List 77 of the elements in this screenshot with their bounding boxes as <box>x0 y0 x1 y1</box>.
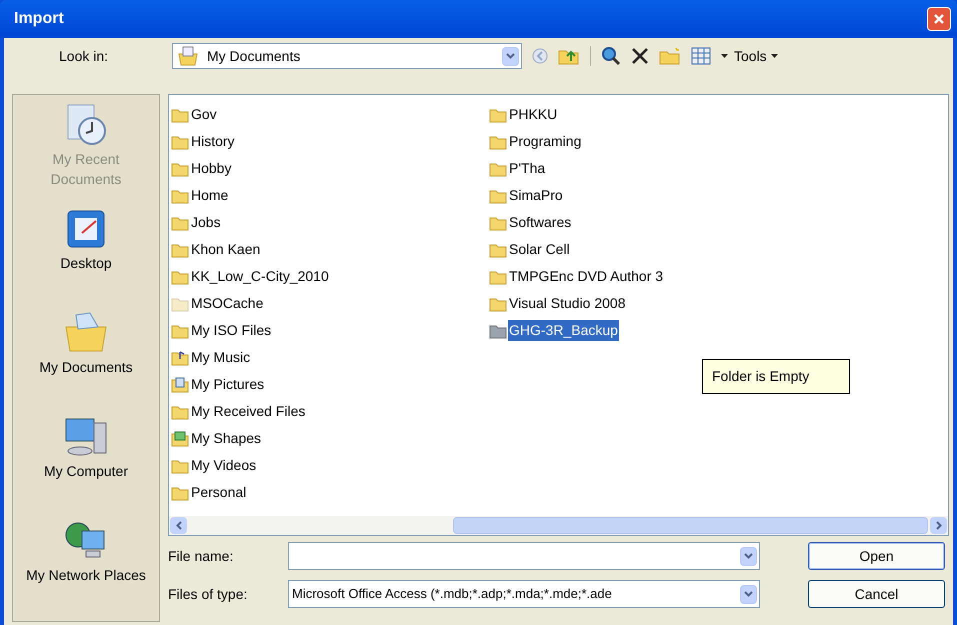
window-title: Import <box>14 9 64 29</box>
folder-item[interactable]: My Videos <box>169 452 487 479</box>
places-item[interactable]: Desktop <box>13 205 159 309</box>
scroll-right-button[interactable] <box>930 517 947 534</box>
folder-item[interactable]: Jobs <box>169 209 487 236</box>
folder-item[interactable]: KK_Low_C-City_2010 <box>169 263 487 290</box>
folder-item[interactable]: Programing <box>487 128 805 155</box>
places-item[interactable]: My Documents <box>13 309 159 413</box>
folder-icon <box>171 404 189 420</box>
close-icon <box>933 13 945 25</box>
folder-item[interactable]: Visual Studio 2008 <box>487 290 805 317</box>
folder-item[interactable]: My Pictures <box>169 371 487 398</box>
folder-icon <box>171 242 189 258</box>
chevron-left-icon <box>176 521 182 530</box>
folder-icon <box>171 106 189 122</box>
folder-item[interactable]: GHG-3R_Backup <box>487 317 805 344</box>
folder-item[interactable]: SimaPro <box>487 182 805 209</box>
scroll-thumb[interactable] <box>453 517 928 534</box>
folder-item[interactable]: TMPGEnc DVD Author 3 <box>487 263 805 290</box>
folder-icon <box>489 296 507 312</box>
folder-icon <box>171 134 189 150</box>
folder-item[interactable]: My Received Files <box>169 398 487 425</box>
tooltip: Folder is Empty <box>702 359 850 394</box>
folder-icon <box>489 268 507 284</box>
folder-item[interactable]: My ISO Files <box>169 317 487 344</box>
music-folder-icon <box>171 350 189 366</box>
file-type-dropdown[interactable]: Microsoft Office Access (*.mdb;*.adp;*.mda;*.mde;*.ade <box>288 580 760 608</box>
folder-icon <box>489 188 507 204</box>
file-type-label: Files of type: <box>168 584 248 604</box>
folder-icon <box>489 214 507 230</box>
open-button[interactable]: Open <box>808 542 945 570</box>
folder-item[interactable]: Gov <box>169 101 487 128</box>
file-name-field[interactable] <box>288 542 760 570</box>
caret-icon[interactable] <box>721 54 728 58</box>
folder-item[interactable]: PHKKU <box>487 101 805 128</box>
places-item[interactable]: My Computer <box>13 413 159 517</box>
folder-icon <box>171 484 189 500</box>
chevron-right-icon <box>936 521 942 530</box>
folder-icon <box>171 188 189 204</box>
look-in-label: Look in: <box>58 46 110 66</box>
folder-icon <box>489 160 507 176</box>
folder-item[interactable]: P'Tha <box>487 155 805 182</box>
file-name-label: File name: <box>168 546 234 566</box>
folder-icon <box>171 296 189 312</box>
folder-item[interactable]: Personal <box>169 479 487 506</box>
folder-item[interactable]: My Music <box>169 344 487 371</box>
folder-icon <box>171 268 189 284</box>
folder-item[interactable]: Khon Kaen <box>169 236 487 263</box>
look-in-value: My Documents <box>207 46 302 66</box>
folder-item[interactable]: Home <box>169 182 487 209</box>
folder-item[interactable]: MSOCache <box>169 290 487 317</box>
scroll-left-button[interactable] <box>170 517 187 534</box>
documents-icon <box>177 46 199 66</box>
look-in-dropdown[interactable]: My Documents <box>172 43 522 69</box>
folder-icon <box>489 322 507 338</box>
folder-icon <box>489 106 507 122</box>
cancel-button[interactable]: Cancel <box>808 580 945 608</box>
folder-icon <box>171 160 189 176</box>
search-icon[interactable] <box>601 46 621 66</box>
folder-item[interactable]: Softwares <box>487 209 805 236</box>
folder-icon <box>489 134 507 150</box>
folder-icon <box>171 214 189 230</box>
tools-menu[interactable]: Tools <box>734 46 778 66</box>
folder-icon <box>171 458 189 474</box>
places-item[interactable]: My Network Places <box>13 517 159 621</box>
shapes-folder-icon <box>171 430 189 446</box>
picture-folder-icon <box>171 376 189 392</box>
views-icon[interactable] <box>691 47 711 65</box>
close-button[interactable] <box>927 7 951 31</box>
folder-item[interactable]: Hobby <box>169 155 487 182</box>
caret-icon <box>770 54 778 58</box>
folder-icon <box>489 242 507 258</box>
folder-item[interactable]: My Shapes <box>169 425 487 452</box>
folder-item[interactable]: History <box>169 128 487 155</box>
delete-icon[interactable] <box>631 47 649 65</box>
folder-item[interactable]: Solar Cell <box>487 236 805 263</box>
folder-icon <box>171 322 189 338</box>
